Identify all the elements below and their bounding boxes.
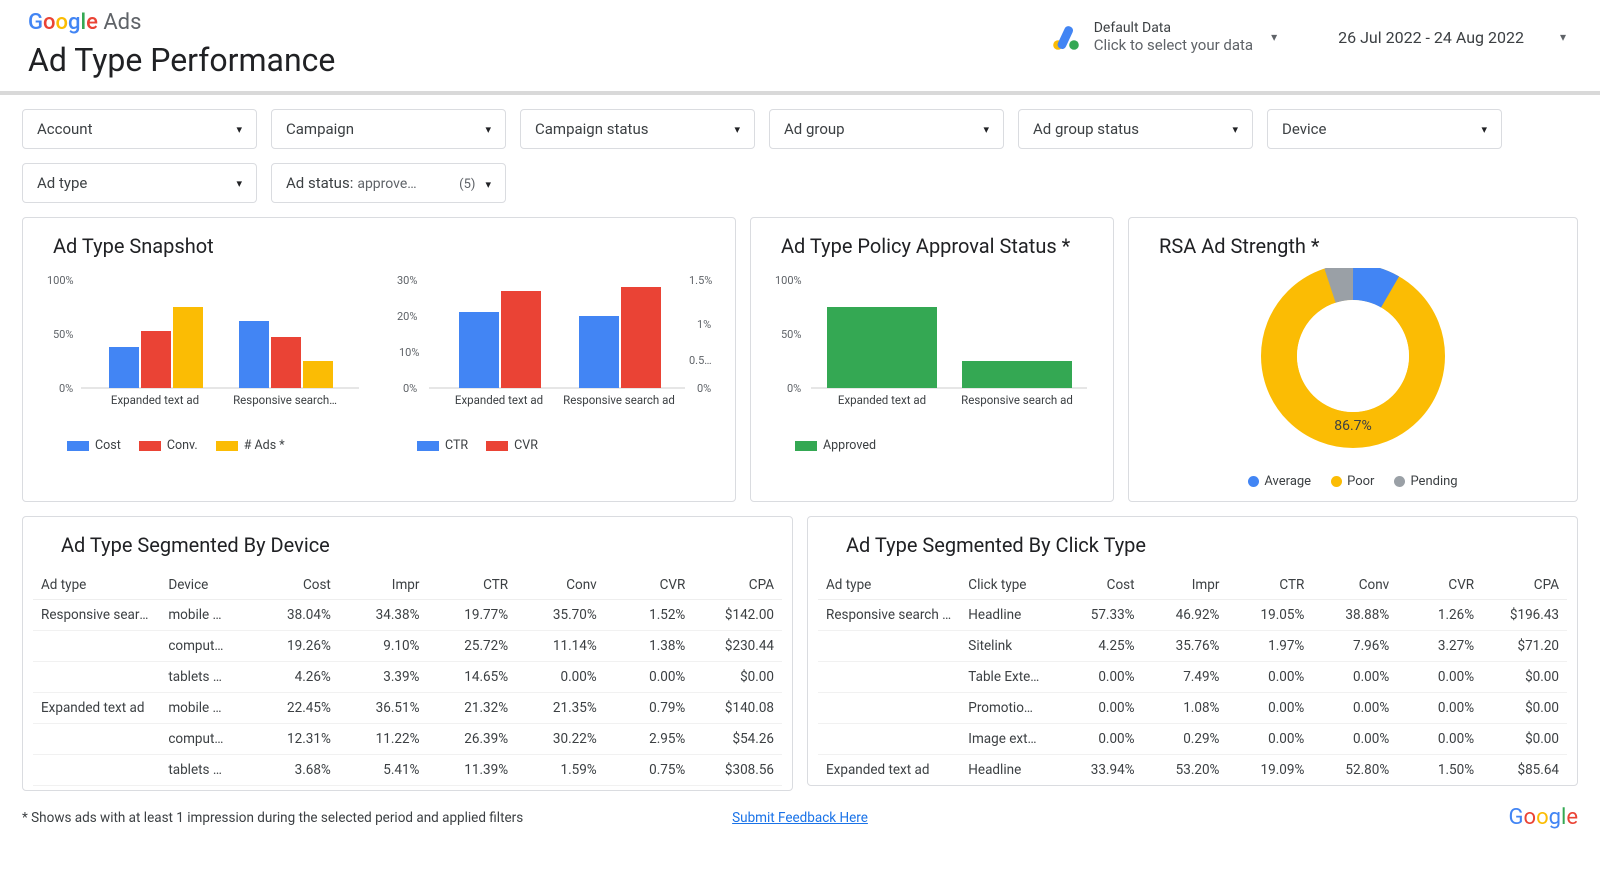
svg-text:30%: 30% [397, 274, 417, 287]
filter-campaign[interactable]: Campaign▾ [271, 109, 506, 149]
col-header[interactable]: Ad type [818, 571, 960, 600]
legend: Approved [767, 438, 1097, 453]
svg-text:Responsive search…: Responsive search… [233, 393, 337, 407]
footer: * Shows ads with at least 1 impression d… [0, 791, 1600, 838]
svg-text:0%: 0% [59, 382, 73, 395]
chart-approval: 100% 50% 0% Expanded text ad Responsive … [767, 268, 1097, 428]
table-row[interactable]: comput…19.26%9.10%25.72%11.14%1.38%$230.… [33, 631, 782, 662]
svg-text:1%: 1% [697, 318, 711, 331]
col-header[interactable]: Impr [1143, 571, 1228, 600]
filter-ad-group-status[interactable]: Ad group status▾ [1018, 109, 1253, 149]
header-right: Default Data Click to select your data ▾… [1050, 20, 1572, 54]
svg-text:Expanded text ad: Expanded text ad [455, 393, 543, 407]
tables-row: Ad Type Segmented By Device Ad typeDevic… [0, 502, 1600, 791]
chevron-down-icon: ▾ [1265, 30, 1283, 44]
col-header[interactable]: CVR [1397, 571, 1482, 600]
card-table-device: Ad Type Segmented By Device Ad typeDevic… [22, 516, 793, 791]
chart-snapshot-1: 100% 50% 0% Expanded text ad Responsive … [39, 268, 369, 453]
card-title: RSA Ad Strength * [1159, 234, 1561, 258]
filter-device[interactable]: Device▾ [1267, 109, 1502, 149]
date-range-text: 26 Jul 2022 - 24 Aug 2022 [1338, 28, 1524, 47]
footer-note: * Shows ads with at least 1 impression d… [22, 810, 523, 826]
filter-ad-group[interactable]: Ad group▾ [769, 109, 1004, 149]
table-row[interactable]: Responsive search adHeadline57.33%46.92%… [818, 600, 1567, 631]
svg-text:50%: 50% [781, 328, 801, 341]
col-header[interactable]: CTR [1227, 571, 1312, 600]
header: Google Ads Ad Type Performance Default D… [0, 0, 1600, 95]
col-header[interactable]: Click type [960, 571, 1057, 600]
col-header[interactable]: CPA [693, 571, 782, 600]
legend: CTR CVR [389, 438, 719, 453]
table-row[interactable]: Image ext…0.00%0.29%0.00%0.00%0.00%$0.00 [818, 724, 1567, 755]
filter-ad-type[interactable]: Ad type▾ [22, 163, 257, 203]
col-header[interactable]: Impr [339, 571, 428, 600]
table-row[interactable]: tablets …4.26%3.39%14.65%0.00%0.00%$0.00 [33, 662, 782, 693]
page-title: Ad Type Performance [28, 41, 335, 79]
submit-feedback-link[interactable]: Submit Feedback Here [732, 810, 868, 826]
svg-text:0%: 0% [697, 382, 711, 395]
col-header[interactable]: Cost [1058, 571, 1143, 600]
data-selector-line1: Default Data [1094, 20, 1253, 36]
table-click: Ad typeClick typeCostImprCTRConvCVRCPA R… [818, 571, 1567, 786]
table-row[interactable]: Responsive searc…mobile …38.04%34.38%19.… [33, 600, 782, 631]
google-ads-logo: Google Ads [28, 10, 335, 35]
col-header[interactable]: Conv [1312, 571, 1397, 600]
svg-text:100%: 100% [775, 274, 802, 287]
svg-text:Responsive search ad: Responsive search ad [961, 393, 1073, 407]
filter-campaign-status[interactable]: Campaign status▾ [520, 109, 755, 149]
table-row[interactable]: Expanded text admobile …22.45%36.51%21.3… [33, 693, 782, 724]
header-left: Google Ads Ad Type Performance [28, 10, 335, 79]
table-title: Ad Type Segmented By Click Type [846, 533, 1567, 557]
table-row[interactable]: Sitelink4.44%41.50%2.88%0.37%0.09%$1,608… [818, 786, 1567, 787]
legend: Average Poor Pending [1248, 474, 1457, 489]
card-approval: Ad Type Policy Approval Status * 100% 50… [750, 217, 1114, 502]
col-header[interactable]: Ad type [33, 571, 160, 600]
data-selector-line2: Click to select your data [1094, 36, 1253, 54]
svg-text:10%: 10% [399, 346, 419, 359]
table-row[interactable]: Promotio…0.00%1.08%0.00%0.00%0.00%$0.00 [818, 693, 1567, 724]
table-title: Ad Type Segmented By Device [61, 533, 782, 557]
table-row[interactable]: tablets …3.68%5.41%11.39%1.59%0.75%$308.… [33, 755, 782, 786]
filter-ad-status[interactable]: Ad status:approve… (5)▾ [271, 163, 506, 203]
card-strength: RSA Ad Strength * 86.7% Average Poor Pen… [1128, 217, 1578, 502]
table-device: Ad typeDeviceCostImprCTRConvCVRCPA Respo… [33, 571, 782, 786]
table-row[interactable]: Table Exte…0.00%7.49%0.00%0.00%0.00%$0.0… [818, 662, 1567, 693]
google-footer-logo: Google [1509, 805, 1578, 830]
cards-row: Ad Type Snapshot 100% 50% 0% Expa [0, 209, 1600, 502]
svg-text:0%: 0% [403, 382, 417, 395]
date-range-selector[interactable]: 26 Jul 2022 - 24 Aug 2022 ▾ [1338, 28, 1572, 47]
table-row[interactable]: Expanded text adHeadline33.94%53.20%19.0… [818, 755, 1567, 786]
svg-text:20%: 20% [397, 310, 417, 323]
data-selector[interactable]: Default Data Click to select your data ▾ [1050, 20, 1283, 54]
google-ads-icon [1050, 21, 1082, 53]
svg-text:1.5%: 1.5% [689, 274, 712, 287]
col-header[interactable]: Conv [516, 571, 605, 600]
chart-snapshot-2: 30% 20% 10% 0% 1.5% 1% 0.5… 0% Expanded … [389, 268, 719, 453]
filter-account[interactable]: Account▾ [22, 109, 257, 149]
svg-text:0.5…: 0.5… [689, 354, 712, 367]
table-row[interactable]: Sitelink4.25%35.76%1.97%7.96%3.27%$71.20 [818, 631, 1567, 662]
card-snapshot: Ad Type Snapshot 100% 50% 0% Expa [22, 217, 736, 502]
card-title: Ad Type Policy Approval Status * [781, 234, 1097, 258]
donut-value: 86.7% [1334, 418, 1372, 434]
col-header[interactable]: Device [160, 571, 250, 600]
table-row[interactable]: comput…12.31%11.22%26.39%30.22%2.95%$54.… [33, 724, 782, 755]
svg-text:0%: 0% [787, 382, 801, 395]
filters-bar: Account▾ Campaign▾ Campaign status▾ Ad g… [0, 95, 1600, 209]
col-header[interactable]: CTR [427, 571, 516, 600]
card-title: Ad Type Snapshot [53, 234, 719, 258]
svg-text:Expanded text ad: Expanded text ad [838, 393, 926, 407]
svg-text:100%: 100% [47, 274, 74, 287]
svg-text:Expanded text ad: Expanded text ad [111, 393, 199, 407]
svg-text:50%: 50% [53, 328, 73, 341]
col-header[interactable]: CPA [1482, 571, 1567, 600]
data-selector-text: Default Data Click to select your data [1094, 20, 1253, 54]
col-header[interactable]: CVR [605, 571, 694, 600]
card-table-click: Ad Type Segmented By Click Type Ad typeC… [807, 516, 1578, 786]
legend: Cost Conv. # Ads * [39, 438, 369, 453]
svg-text:Responsive search ad: Responsive search ad [563, 393, 675, 407]
col-header[interactable]: Cost [250, 571, 339, 600]
chevron-down-icon: ▾ [1554, 30, 1572, 44]
